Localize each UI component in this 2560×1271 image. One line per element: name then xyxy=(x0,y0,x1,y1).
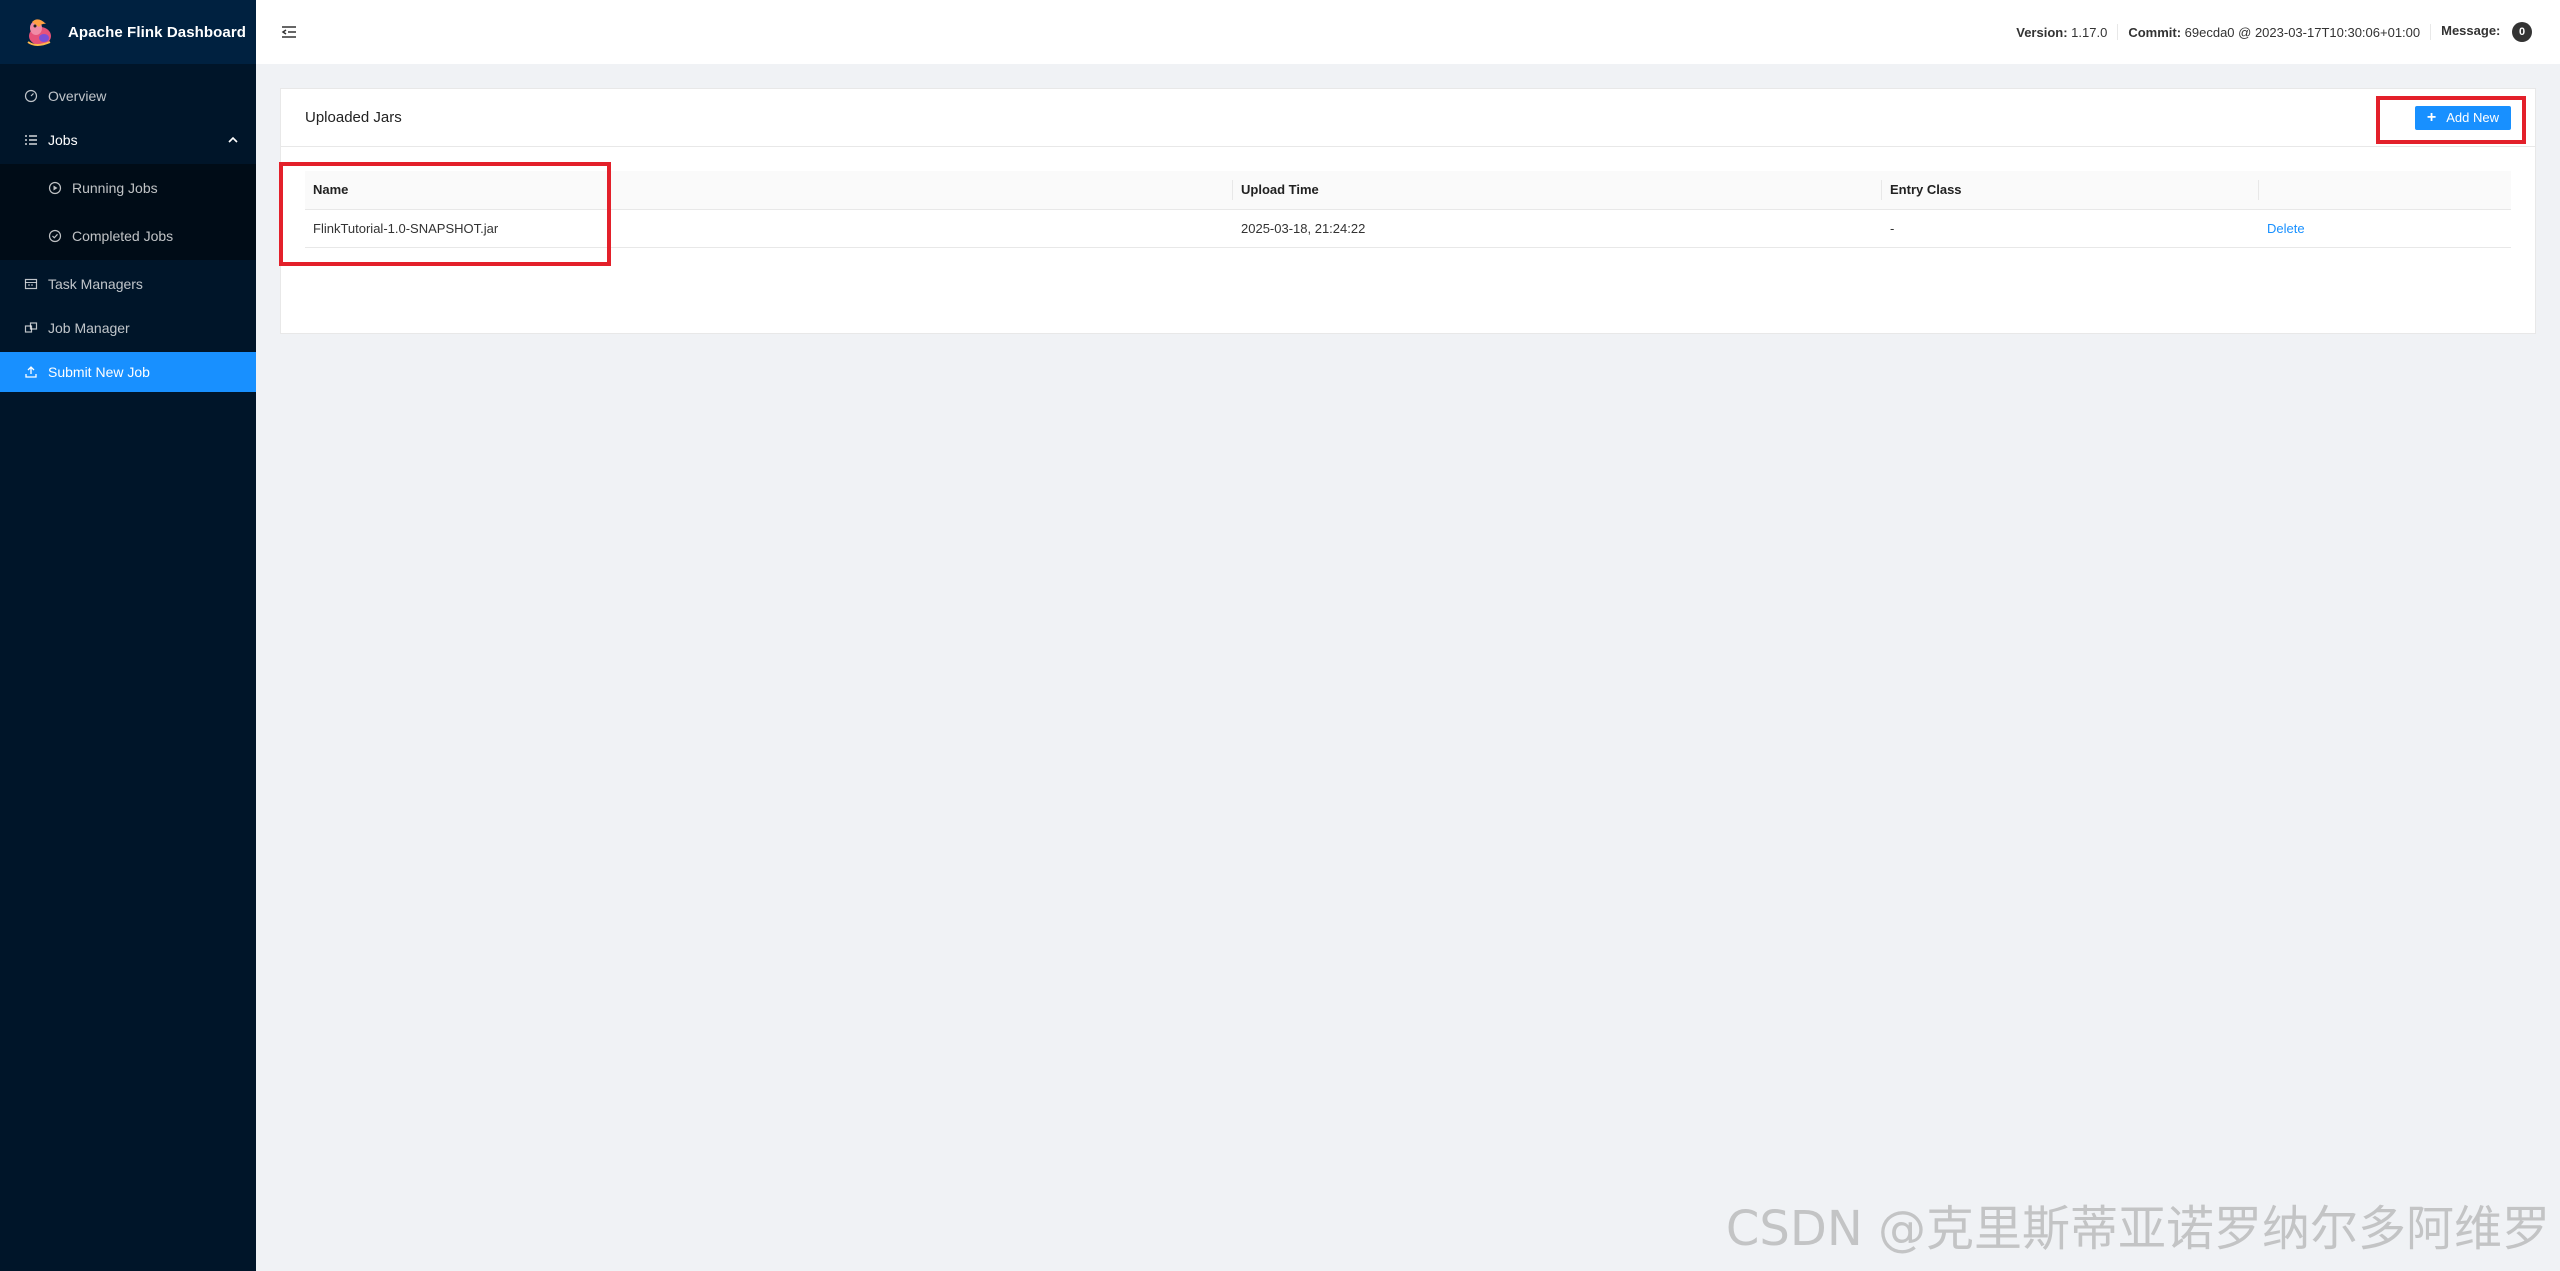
sidebar: Apache Flink Dashboard Overview Jobs Run… xyxy=(0,0,256,1271)
sidebar-menu: Overview Jobs Running Jobs Completed Job… xyxy=(0,64,256,392)
version-info: Version: 1.17.0 xyxy=(2006,25,2117,40)
uploaded-jars-card: Uploaded Jars + Add New Name Upload Time xyxy=(280,88,2536,334)
main-content: Uploaded Jars + Add New Name Upload Time xyxy=(256,64,2560,1271)
sidebar-item-completed-jobs[interactable]: Completed Jobs xyxy=(0,212,256,260)
sidebar-item-submit-new-job[interactable]: Submit New Job xyxy=(0,352,256,392)
commit-info: Commit: 69ecda0 @ 2023-03-17T10:30:06+01… xyxy=(2118,25,2430,40)
plus-icon: + xyxy=(2426,108,2437,126)
upload-icon xyxy=(24,365,38,379)
add-new-button[interactable]: + Add New xyxy=(2414,105,2511,130)
sidebar-item-label: Overview xyxy=(48,88,107,104)
cell-jar-name[interactable]: FlinkTutorial-1.0-SNAPSHOT.jar xyxy=(305,209,1233,248)
column-header-entry-class[interactable]: Entry Class xyxy=(1882,171,2259,210)
cell-actions: Delete xyxy=(2259,209,2511,248)
column-header-actions xyxy=(2259,171,2511,210)
sidebar-item-jobs[interactable]: Jobs xyxy=(0,120,256,160)
sidebar-item-overview[interactable]: Overview xyxy=(0,76,256,116)
table-header-row: Name Upload Time Entry Class xyxy=(305,171,2511,210)
top-header: Version: 1.17.0 Commit: 69ecda0 @ 2023-0… xyxy=(256,0,2560,64)
card-header: Uploaded Jars + Add New xyxy=(281,89,2535,147)
message-count-badge[interactable]: 0 xyxy=(2512,22,2532,42)
cell-entry-class: - xyxy=(1882,209,2259,248)
list-icon xyxy=(24,133,38,147)
check-circle-icon xyxy=(48,229,62,243)
version-value: 1.17.0 xyxy=(2071,24,2108,40)
sidebar-item-label: Submit New Job xyxy=(48,364,150,380)
sidebar-item-job-manager[interactable]: Job Manager xyxy=(0,308,256,348)
app-title: Apache Flink Dashboard xyxy=(68,23,247,41)
version-label: Version: xyxy=(2016,24,2068,40)
logo-bar[interactable]: Apache Flink Dashboard xyxy=(0,0,256,64)
sidebar-item-label: Task Managers xyxy=(48,276,143,292)
sidebar-item-label: Running Jobs xyxy=(72,180,158,196)
app-root: Apache Flink Dashboard Overview Jobs Run… xyxy=(0,0,2560,1271)
column-header-name[interactable]: Name xyxy=(305,171,1233,210)
table-row[interactable]: FlinkTutorial-1.0-SNAPSHOT.jar 2025-03-1… xyxy=(305,209,2511,248)
cell-upload-time: 2025-03-18, 21:24:22 xyxy=(1233,209,1882,248)
menu-fold-icon[interactable] xyxy=(280,23,298,41)
flink-logo-icon xyxy=(27,19,51,46)
column-header-upload-time[interactable]: Upload Time xyxy=(1233,171,1882,210)
jars-table: Name Upload Time Entry Class FlinkTutori… xyxy=(305,171,2511,248)
sidebar-item-task-managers[interactable]: Task Managers xyxy=(0,264,256,304)
header-info: Version: 1.17.0 Commit: 69ecda0 @ 2023-0… xyxy=(2006,22,2560,42)
watermark: CSDN @克里斯蒂亚诺罗纳尔多阿维罗 xyxy=(1725,1201,2550,1257)
jobs-submenu: Running Jobs Completed Jobs xyxy=(0,164,256,260)
commit-value: 69ecda0 @ 2023-03-17T10:30:06+01:00 xyxy=(2184,24,2421,40)
sidebar-item-label: Completed Jobs xyxy=(72,228,174,244)
commit-label: Commit: xyxy=(2128,24,2182,40)
chevron-up-icon xyxy=(228,136,238,143)
message-label: Message: xyxy=(2441,23,2501,38)
sidebar-item-running-jobs[interactable]: Running Jobs xyxy=(0,164,256,212)
sidebar-item-label: Job Manager xyxy=(48,320,130,336)
delete-link[interactable]: Delete xyxy=(2267,221,2305,236)
card-title: Uploaded Jars xyxy=(305,109,402,126)
message-info[interactable]: Message: 0 xyxy=(2431,22,2542,42)
schedule-icon xyxy=(24,277,38,291)
sidebar-item-label: Jobs xyxy=(48,132,78,148)
dashboard-icon xyxy=(24,89,38,103)
add-new-label: Add New xyxy=(2446,110,2499,125)
play-circle-icon xyxy=(48,181,62,195)
build-icon xyxy=(24,321,38,335)
